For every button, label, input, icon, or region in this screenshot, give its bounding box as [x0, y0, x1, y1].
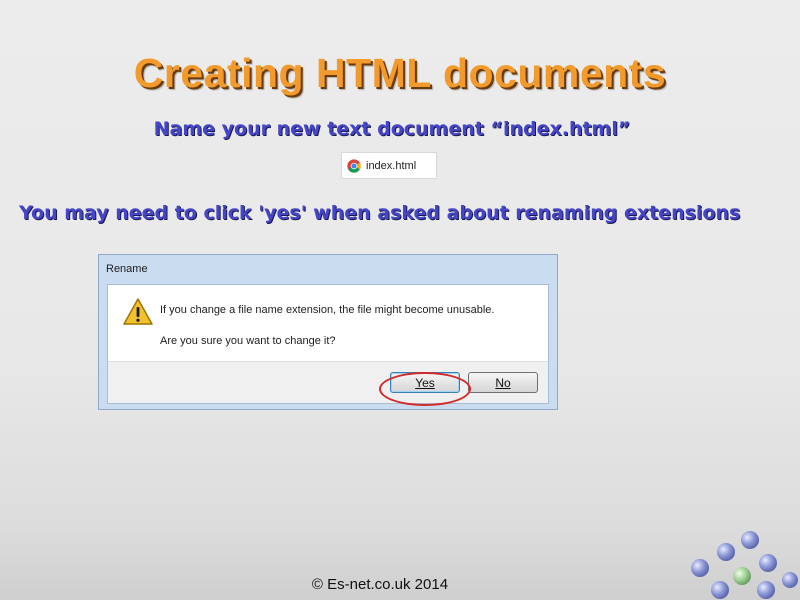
- instruction-note: You may need to click 'yes' when asked a…: [19, 202, 741, 224]
- no-button[interactable]: No: [468, 372, 538, 393]
- warning-icon: [123, 298, 153, 325]
- copyright-footer: © Es-net.co.uk 2014: [311, 576, 449, 593]
- dialog-body: If you change a file name extension, the…: [107, 284, 549, 404]
- rename-dialog: Rename If you change a file name extensi…: [98, 254, 558, 410]
- slide-title: Creating HTML documents: [133, 50, 667, 96]
- orbs-decoration: [691, 531, 798, 599]
- no-button-label: No: [495, 375, 511, 390]
- yes-button-label: Yes: [415, 375, 435, 390]
- dialog-button-bar: Yes No: [108, 361, 548, 403]
- chrome-icon: [347, 158, 361, 173]
- yes-button[interactable]: Yes: [390, 372, 460, 393]
- dialog-title: Rename: [106, 263, 148, 275]
- file-name-label: index.html: [366, 159, 417, 172]
- slide-subtitle: Name your new text document “index.html”: [153, 118, 631, 140]
- dialog-message-line2: Are you sure you want to change it?: [160, 335, 336, 347]
- dialog-message-line1: If you change a file name extension, the…: [160, 304, 495, 316]
- file-name-chip: index.html: [341, 152, 437, 179]
